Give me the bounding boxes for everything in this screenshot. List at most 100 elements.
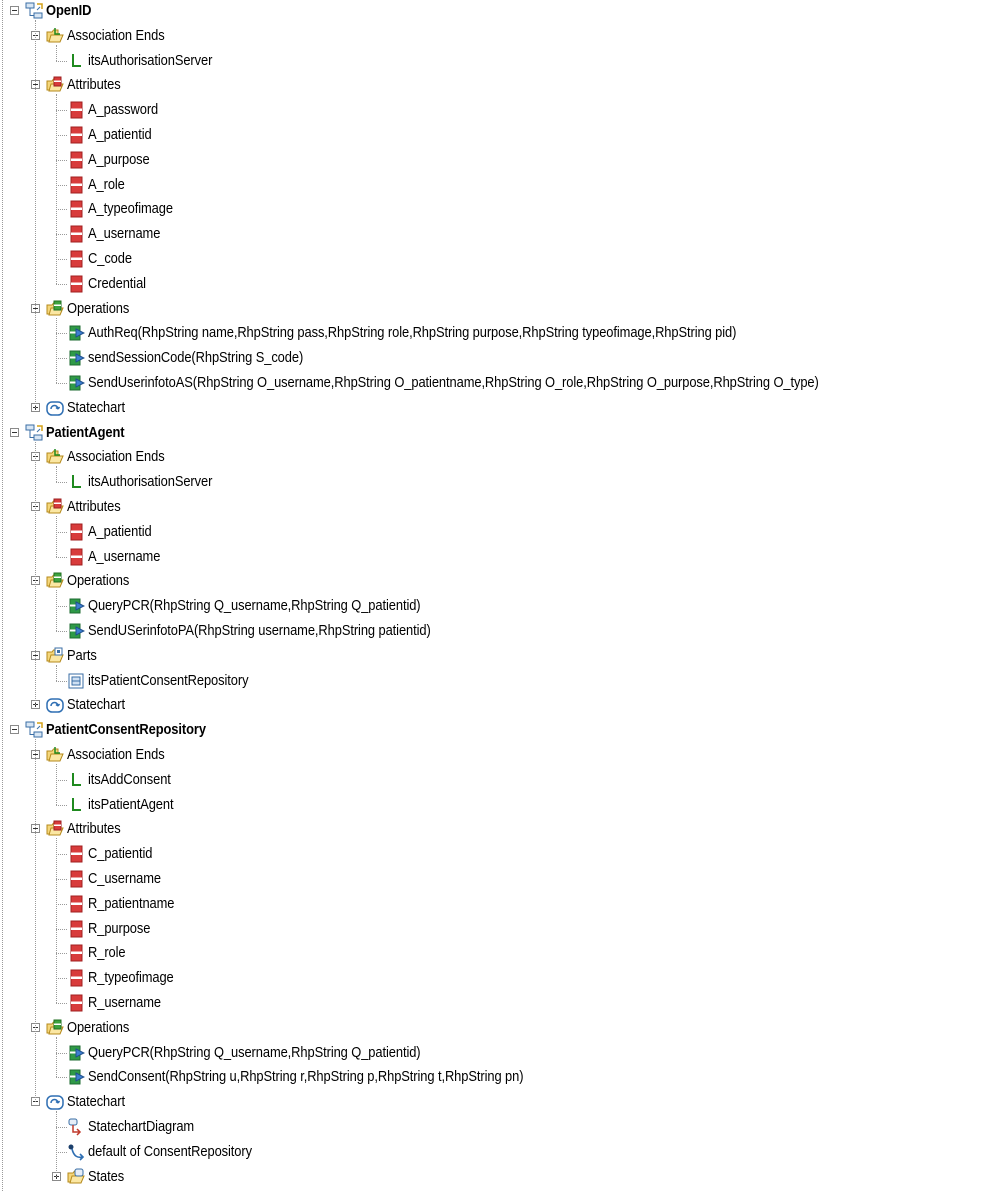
tree-branch-patientconsentrepository[interactable]: PatientConsentRepository — [0, 719, 994, 741]
tree-node-label: Operations — [67, 572, 130, 590]
tree-branch-operations[interactable]: Operations — [0, 1017, 994, 1039]
tree-node-label: Statechart — [67, 696, 125, 714]
tree-branch-association-ends[interactable]: Association Ends — [0, 744, 994, 766]
tree-item-itsauthorisationserver[interactable]: itsAuthorisationServer — [0, 471, 994, 493]
class-icon — [25, 2, 43, 19]
tree-node-label: A_username — [88, 225, 161, 243]
tree-item-itsaddconsent[interactable]: itsAddConsent — [0, 769, 994, 791]
tree-node-label: C_username — [88, 870, 162, 887]
tree-item-senduserinfotoas[interactable]: SendUserinfotoAS(RhpString O_username,Rh… — [0, 372, 994, 394]
tree-item-r-username[interactable]: R_username — [0, 992, 994, 1014]
tree-item-r-purpose[interactable]: R_purpose — [0, 918, 994, 940]
tree-item-r-typeofimage[interactable]: R_typeofimage — [0, 967, 994, 989]
tree-node-label: Statechart — [67, 398, 125, 416]
attribute-icon — [70, 895, 83, 913]
tree-node-label: itsAddConsent — [88, 770, 171, 788]
tree-item-querypcr[interactable]: QueryPCR(RhpString Q_username,RhpString … — [0, 595, 994, 617]
tree-node-label: itsAuthorisationServer — [88, 51, 213, 69]
tree-item-authreq[interactable]: AuthReq(RhpString name,RhpString pass,Rh… — [0, 322, 994, 344]
attribute-icon — [70, 944, 83, 962]
tree-item-a-username[interactable]: A_username — [0, 223, 994, 245]
tree-guide-line — [56, 44, 57, 61]
association-end-icon — [72, 475, 81, 489]
tree-node-label: A_patientid — [88, 522, 152, 540]
tree-item-a-password[interactable]: A_password — [0, 99, 994, 121]
class-icon — [25, 424, 43, 441]
operation-folder-icon — [46, 572, 64, 588]
tree-item-senduserinfotopa[interactable]: SendUSerinfotoPA(RhpString username,RhpS… — [0, 620, 994, 642]
tree-branch-attributes[interactable]: Attributes — [0, 74, 994, 96]
operation-icon — [69, 1069, 85, 1085]
association-end-icon — [72, 53, 81, 67]
tree-item-a-patientid[interactable]: A_patientid — [0, 124, 994, 146]
attribute-icon — [70, 250, 83, 268]
tree-branch-statechart[interactable]: Statechart — [0, 694, 994, 716]
attribute-icon — [70, 920, 83, 938]
tree-item-a-purpose[interactable]: A_purpose — [0, 149, 994, 171]
tree-branch-attributes[interactable]: Attributes — [0, 818, 994, 840]
tree-branch-patientagent[interactable]: PatientAgent — [0, 422, 994, 444]
tree-guide-line — [56, 838, 57, 1003]
tree-item-c-patientid[interactable]: C_patientid — [0, 843, 994, 865]
association-folder-icon — [46, 747, 64, 762]
attribute-icon — [70, 126, 83, 144]
tree-item-a-username[interactable]: A_username — [0, 546, 994, 568]
tree-node-label: Attributes — [67, 76, 121, 94]
tree-branch-statechart[interactable]: Statechart — [0, 1091, 994, 1113]
tree-item-itspatientconsentrepository[interactable]: itsPatientConsentRepository — [0, 670, 994, 692]
tree-item-r-role[interactable]: R_role — [0, 942, 994, 964]
tree-branch-states[interactable]: States — [0, 1166, 994, 1188]
tree-item-querypcr[interactable]: QueryPCR(RhpString Q_username,RhpString … — [0, 1042, 994, 1064]
tree-branch-statechart[interactable]: Statechart — [0, 397, 994, 419]
tree-branch-parts[interactable]: Parts — [0, 645, 994, 667]
tree-node-label: States — [88, 1167, 125, 1185]
tree-guide-line — [56, 466, 57, 483]
statechart-diagram-icon — [68, 1118, 82, 1136]
tree-branch-association-ends[interactable]: Association Ends — [0, 25, 994, 47]
tree-item-sendconsent[interactable]: SendConsent(RhpString u,RhpString r,RhpS… — [0, 1066, 994, 1088]
attribute-icon — [70, 200, 83, 218]
attribute-icon — [70, 275, 83, 293]
attribute-icon — [70, 101, 83, 119]
tree-item-c-code[interactable]: C_code — [0, 248, 994, 270]
parts-folder-icon — [46, 647, 64, 663]
tree-item-credential[interactable]: Credential — [0, 273, 994, 295]
tree-node-label: R_patientname — [88, 894, 175, 912]
tree-branch-operations[interactable]: Operations — [0, 298, 994, 320]
tree-branch-openid[interactable]: OpenID — [0, 0, 994, 22]
tree-item-statechartdiagram[interactable]: StatechartDiagram — [0, 1116, 994, 1138]
tree-item-r-patientname[interactable]: R_patientname — [0, 893, 994, 915]
tree-branch-attributes[interactable]: Attributes — [0, 496, 994, 518]
tree-node-label: Association Ends — [67, 448, 165, 466]
tree-node-label: AuthReq(RhpString name,RhpString pass,Rh… — [88, 324, 737, 342]
tree-item-a-role[interactable]: A_role — [0, 174, 994, 196]
tree-guide-line — [35, 739, 36, 1103]
tree-node-label: Association Ends — [67, 26, 165, 44]
part-icon — [68, 673, 84, 689]
tree-node-label: Attributes — [67, 498, 121, 515]
tree-node-label: PatientConsentRepository — [46, 721, 206, 739]
collapse-toggle-icon[interactable] — [10, 427, 19, 437]
collapse-toggle-icon[interactable] — [10, 725, 19, 735]
tree-node-label: SendUSerinfotoPA(RhpString username,RhpS… — [88, 622, 431, 639]
attribute-folder-icon — [46, 76, 64, 92]
tree-item-itspatientagent[interactable]: itsPatientAgent — [0, 794, 994, 816]
tree-node-label: Statechart — [67, 1093, 125, 1111]
attribute-icon — [70, 845, 83, 863]
statechart-icon — [46, 1095, 64, 1110]
tree-node-label: A_password — [88, 101, 159, 119]
tree-item-c-username[interactable]: C_username — [0, 868, 994, 890]
operation-icon — [69, 598, 85, 614]
tree-node-label: C_patientid — [88, 845, 153, 863]
tree-branch-operations[interactable]: Operations — [0, 570, 994, 592]
attribute-icon — [70, 176, 83, 194]
tree-item-a-typeofimage[interactable]: A_typeofimage — [0, 198, 994, 220]
tree-item-default-of-consentrepository[interactable]: default of ConsentRepository — [0, 1141, 994, 1163]
tree-item-sendsessioncode[interactable]: sendSessionCode(RhpString S_code) — [0, 347, 994, 369]
operation-icon — [69, 623, 85, 639]
tree-item-a-patientid[interactable]: A_patientid — [0, 521, 994, 543]
tree-branch-association-ends[interactable]: Association Ends — [0, 446, 994, 468]
tree-guide-line — [56, 1036, 57, 1078]
tree-item-itsauthorisationserver[interactable]: itsAuthorisationServer — [0, 50, 994, 72]
collapse-toggle-icon[interactable] — [10, 6, 19, 15]
